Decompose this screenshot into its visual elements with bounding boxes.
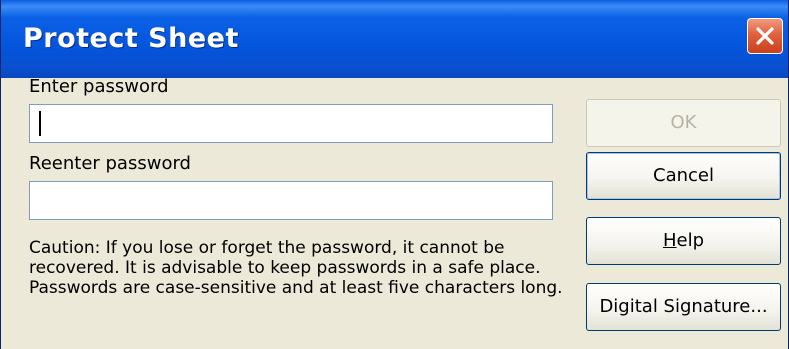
reenter-password-input[interactable] bbox=[29, 181, 553, 220]
enter-password-label: Enter password bbox=[29, 76, 169, 97]
protect-sheet-dialog: Protect Sheet Enter password Reenter pas… bbox=[0, 0, 789, 349]
close-button[interactable] bbox=[747, 18, 783, 54]
text-cursor bbox=[39, 111, 41, 136]
password-input[interactable] bbox=[29, 104, 553, 143]
reenter-password-label: Reenter password bbox=[29, 153, 191, 174]
help-mnemonic: H bbox=[662, 230, 677, 251]
digital-signature-button[interactable]: Digital Signature... bbox=[586, 283, 781, 331]
help-label-rest: elp bbox=[676, 230, 705, 251]
close-x-icon bbox=[756, 27, 774, 45]
help-button[interactable]: Help bbox=[586, 217, 781, 265]
ok-button[interactable]: OK bbox=[586, 99, 781, 147]
dialog-title: Protect Sheet bbox=[23, 23, 239, 54]
title-bar[interactable]: Protect Sheet bbox=[1, 0, 788, 78]
caution-text: Caution: If you lose or forget the passw… bbox=[29, 238, 563, 298]
cancel-button[interactable]: Cancel bbox=[586, 152, 781, 200]
